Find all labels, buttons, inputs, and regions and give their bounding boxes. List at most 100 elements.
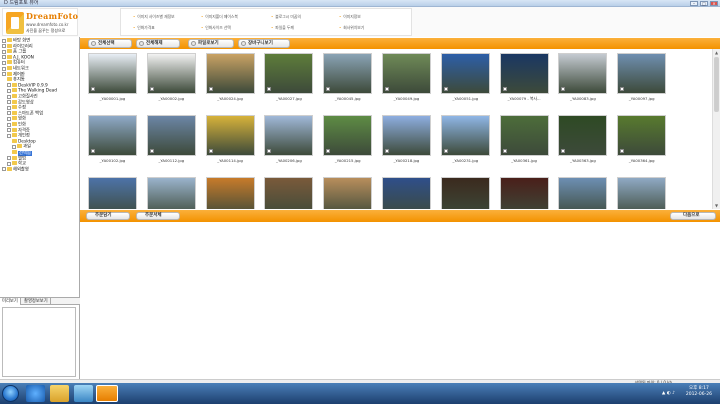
thumbnail-item[interactable] xyxy=(617,177,667,209)
thumbnail-item[interactable] xyxy=(88,177,137,209)
thumbnail-checkbox[interactable] xyxy=(443,149,448,153)
thumbnail-image[interactable] xyxy=(558,177,608,209)
start-button[interactable] xyxy=(2,385,19,402)
thumbnail-checkbox[interactable] xyxy=(149,149,154,153)
thumbnail-image[interactable] xyxy=(499,177,549,209)
thumbnail-item[interactable] xyxy=(205,177,255,209)
explorer-icon[interactable] xyxy=(50,385,69,402)
order-detail-button[interactable]: 주문서체 xyxy=(136,212,180,220)
thumbnail-item[interactable]: _YA00206.jpg xyxy=(264,115,314,170)
thumbnail-checkbox[interactable] xyxy=(149,87,154,91)
menu-item[interactable]: 이미지정보 xyxy=(339,14,360,20)
thumbnail-image[interactable] xyxy=(146,115,196,156)
thumbnail-checkbox[interactable] xyxy=(326,87,331,91)
file-view-button[interactable]: 파일로보기 xyxy=(188,39,234,48)
thumbnail-item[interactable]: _YA00363.jpg xyxy=(558,115,608,170)
thumbnail-item[interactable] xyxy=(264,177,314,209)
expand-icon[interactable] xyxy=(7,83,11,88)
thumbnail-item[interactable]: _YA00102.jpg xyxy=(88,115,137,170)
expand-icon[interactable] xyxy=(2,44,6,49)
thumbnail-item[interactable]: _YA00364.jpg xyxy=(617,115,667,170)
thumbnail-item[interactable]: _YA00218.jpg xyxy=(382,115,431,170)
expand-icon[interactable] xyxy=(7,128,11,133)
thumbnail-checkbox[interactable] xyxy=(620,149,625,153)
thumbnail-image[interactable] xyxy=(382,177,431,209)
thumbnail-checkbox[interactable] xyxy=(561,87,566,91)
clock[interactable]: 오후 8:17 2012-06-26 xyxy=(686,386,712,398)
thumbnail-item[interactable]: _YA00049.jpg xyxy=(382,53,431,108)
close-button[interactable]: × xyxy=(710,1,718,6)
expand-icon[interactable] xyxy=(2,55,6,60)
cart-view-button[interactable]: 장바구니보기 xyxy=(238,39,290,48)
scroll-up-icon[interactable]: ▲ xyxy=(714,50,719,55)
deselect-all-button[interactable]: 전체해제 xyxy=(136,39,180,48)
expand-icon[interactable] xyxy=(7,133,11,138)
thumbnail-image[interactable] xyxy=(146,53,196,94)
thumbnail-item[interactable] xyxy=(499,177,549,209)
gallery-scrollbar[interactable]: ▲ ▼ xyxy=(712,49,720,209)
thumbnail-image[interactable] xyxy=(205,53,255,94)
thumbnail-item[interactable]: _YA00083.jpg xyxy=(558,53,608,108)
select-all-button[interactable]: 전체선택 xyxy=(88,39,132,48)
thumbnail-image[interactable] xyxy=(323,177,373,209)
add-to-order-button[interactable]: 주문담기 xyxy=(86,212,130,220)
minimize-button[interactable]: – xyxy=(690,1,698,6)
thumbnail-image[interactable] xyxy=(382,53,431,94)
thumbnail-image[interactable] xyxy=(440,53,490,94)
thumbnail-checkbox[interactable] xyxy=(267,87,272,91)
thumbnail-image[interactable] xyxy=(440,115,490,156)
expand-icon[interactable] xyxy=(7,100,11,105)
thumbnail-image[interactable] xyxy=(617,115,667,156)
thumbnail-item[interactable] xyxy=(323,177,373,209)
thumbnail-checkbox[interactable] xyxy=(91,149,95,153)
expand-icon[interactable] xyxy=(7,161,11,166)
thumbnail-checkbox[interactable] xyxy=(208,149,213,153)
thumbnail-image[interactable] xyxy=(617,53,667,94)
thumbnail-image[interactable] xyxy=(146,177,196,209)
thumbnail-image[interactable] xyxy=(617,177,667,209)
expand-icon[interactable] xyxy=(2,49,6,54)
thumbnail-item[interactable] xyxy=(558,177,608,209)
expand-icon[interactable] xyxy=(7,116,11,121)
thumbnail-item[interactable]: _YA00027.jpg xyxy=(264,53,314,108)
tab-preview[interactable]: 미리보기 xyxy=(0,298,21,305)
expand-icon[interactable] xyxy=(2,66,6,71)
ie-icon[interactable] xyxy=(26,385,45,402)
expand-icon[interactable] xyxy=(7,111,11,116)
thumbnail-image[interactable] xyxy=(88,177,137,209)
thumbnail-image[interactable] xyxy=(440,177,490,209)
thumbnail-item[interactable]: _YA00361.jpg xyxy=(499,115,549,170)
expand-icon[interactable] xyxy=(7,122,11,127)
menu-item[interactable]: 인화가격표 xyxy=(133,25,154,31)
thumbnail-item[interactable] xyxy=(146,177,196,209)
thumbnail-image[interactable] xyxy=(264,177,314,209)
thumbnail-item[interactable]: _YA00114.jpg xyxy=(205,115,255,170)
menu-item[interactable]: 이미지폴더 페이스북 xyxy=(201,14,238,20)
thumbnail-item[interactable]: _YA00002.jpg xyxy=(146,53,196,108)
expand-icon[interactable] xyxy=(7,156,11,161)
menu-item[interactable]: 이미지 사이즈별 재정보 xyxy=(133,14,174,20)
thumbnail-checkbox[interactable] xyxy=(208,87,213,91)
thumbnail-item[interactable]: _YA00045.jpg xyxy=(323,53,373,108)
thumbnail-image[interactable] xyxy=(205,177,255,209)
tree-item[interactable]: 해외촬영 xyxy=(2,166,29,173)
expand-icon[interactable] xyxy=(2,72,6,77)
scroll-thumb[interactable] xyxy=(714,57,719,112)
tab-shooting-info[interactable]: 촬영정보보기 xyxy=(22,298,51,305)
expand-icon[interactable] xyxy=(7,88,11,93)
thumbnail-image[interactable] xyxy=(264,53,314,94)
thumbnail-image[interactable] xyxy=(88,115,137,156)
next-button[interactable]: 다음으로 xyxy=(670,212,716,220)
thumbnail-checkbox[interactable] xyxy=(326,149,331,153)
thumbnail-item[interactable]: _YA00024.jpg xyxy=(205,53,255,108)
expand-icon[interactable] xyxy=(12,144,16,149)
menu-item[interactable]: 파일을 두께 xyxy=(271,25,294,31)
thumbnail-image[interactable] xyxy=(499,53,549,94)
dreamfoto-task-icon[interactable] xyxy=(96,385,118,402)
thumbnail-checkbox[interactable] xyxy=(385,149,389,153)
thumbnail-item[interactable]: _YA00001.jpg xyxy=(88,53,137,108)
thumbnail-item[interactable] xyxy=(382,177,431,209)
expand-icon[interactable] xyxy=(7,105,11,110)
thumbnail-checkbox[interactable] xyxy=(267,149,272,153)
thumbnail-checkbox[interactable] xyxy=(502,87,507,91)
